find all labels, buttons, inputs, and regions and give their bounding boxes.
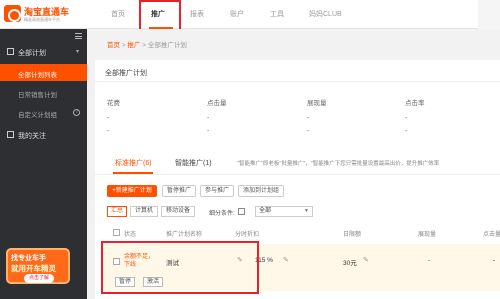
column-time-discount[interactable]: 分时折扣 bbox=[235, 229, 259, 238]
metric-value: - bbox=[307, 128, 310, 135]
sidebar-item-daily-sales[interactable]: 日常销售计划 bbox=[0, 84, 87, 101]
add-to-group-button[interactable]: 添加到计划组 bbox=[238, 185, 284, 197]
pause-promotion-button[interactable]: 暂停推广 bbox=[162, 185, 196, 197]
column-impressions[interactable]: 展现量 bbox=[418, 229, 436, 238]
join-promotion-button[interactable]: 参与推广 bbox=[200, 185, 234, 197]
segment-summary[interactable]: 汇总 bbox=[107, 206, 127, 217]
column-daily-budget[interactable]: 日限额 bbox=[343, 229, 361, 238]
logo-icon bbox=[4, 5, 21, 22]
summary-title: 全部推广计划 bbox=[105, 70, 147, 77]
promo-line2: 就用开车精灵 bbox=[11, 264, 56, 273]
metric-cost: 花费 - - bbox=[107, 97, 177, 135]
metric-value: - bbox=[107, 128, 110, 135]
promo-line1: 找专业车手 bbox=[11, 255, 46, 262]
tab-standard-promotion[interactable]: 标准推广(6) bbox=[115, 158, 152, 168]
breadcrumb-promotion[interactable]: 推广 bbox=[127, 42, 140, 49]
filter-icon bbox=[238, 208, 245, 215]
brand-logo[interactable]: 淘宝直通车 精准高效直通车平台 bbox=[4, 3, 88, 25]
metric-label: 展现量 bbox=[307, 100, 327, 107]
row-daily-budget: 30元 bbox=[343, 260, 357, 267]
sidebar-item-label: 日常销售计划 bbox=[18, 92, 57, 99]
row-highlight-box bbox=[101, 241, 259, 294]
row-clicks: - bbox=[493, 257, 496, 264]
help-icon[interactable]: ? bbox=[73, 109, 80, 116]
smart-promotion-note: "智能推广"即老板"批量推广"，"智能推广下您只需批量设置最高出价，提升推广效率 bbox=[237, 161, 440, 167]
filter-select-value: 全部 bbox=[259, 208, 272, 214]
metric-value: - bbox=[207, 128, 210, 135]
select-all-checkbox[interactable] bbox=[113, 229, 120, 236]
filter-label: 细分条件: bbox=[209, 211, 235, 217]
nav-reports[interactable]: 报表 bbox=[190, 9, 204, 19]
metric-impressions: 展现量 - - bbox=[307, 97, 377, 135]
new-campaign-button[interactable]: +新建推广计划 bbox=[107, 185, 157, 197]
sidebar-group-all-plans[interactable]: 全部计划 ▾ bbox=[0, 44, 87, 60]
metric-ctr: 点击率 - - bbox=[405, 97, 475, 135]
nav-account[interactable]: 账户 bbox=[230, 9, 244, 19]
chevron-down-icon: ▼ bbox=[304, 208, 309, 214]
sidebar-group-label: 全部计划 bbox=[18, 50, 46, 57]
column-plan-name[interactable]: 推广计划名称 bbox=[166, 229, 202, 238]
menu-collapse-icon[interactable] bbox=[75, 33, 82, 39]
metric-value: - bbox=[207, 115, 210, 122]
nav-mama-club[interactable]: 妈妈CLUB bbox=[309, 9, 342, 19]
breadcrumb-separator: > bbox=[142, 42, 147, 49]
divider bbox=[95, 81, 500, 82]
edit-budget-icon[interactable]: ✎ bbox=[363, 257, 370, 264]
sidebar-item-label: 自定义计划组 bbox=[18, 112, 57, 119]
segment-mobile[interactable]: 移动设备 bbox=[161, 206, 195, 217]
breadcrumb-separator: > bbox=[121, 42, 126, 49]
metric-label: 花费 bbox=[107, 100, 120, 107]
divider bbox=[95, 174, 500, 175]
metric-value: - bbox=[405, 128, 408, 135]
metric-value: - bbox=[107, 115, 110, 122]
brand-subtitle: 精准高效直通车平台 bbox=[24, 17, 60, 22]
favorites-icon bbox=[7, 131, 14, 138]
promo-learn-more-button[interactable]: 点击了解 bbox=[24, 274, 54, 283]
segment-computer[interactable]: 计算机 bbox=[130, 206, 158, 217]
sidebar-group-label: 我的关注 bbox=[18, 133, 46, 140]
promo-banner[interactable]: 找专业车手 就用开车精灵 点击了解 bbox=[6, 248, 70, 284]
tab-smart-promotion[interactable]: 智能推广(1) bbox=[175, 158, 212, 168]
sidebar-item-all-plans-list[interactable]: 全部计划列表 bbox=[0, 64, 87, 81]
metric-label: 点击率 bbox=[405, 100, 425, 107]
metric-clicks: 点击量 - - bbox=[207, 97, 277, 135]
metric-value: - bbox=[307, 115, 310, 122]
sidebar-group-favorites[interactable]: 我的关注 bbox=[0, 127, 87, 143]
table-header: 状态 推广计划名称 分时折扣 日限额 展现量 点击量 bbox=[103, 226, 500, 238]
chevron-down-icon: ▾ bbox=[76, 49, 80, 55]
folder-icon bbox=[7, 48, 14, 55]
nav-tools[interactable]: 工具 bbox=[270, 9, 284, 19]
breadcrumb-current: 全部推广计划 bbox=[147, 42, 187, 49]
metric-value: - bbox=[405, 115, 408, 122]
breadcrumb: 首页 > 推广 > 全部推广计划 bbox=[107, 39, 187, 49]
top-navbar: 淘宝直通车 精准高效直通车平台 首页 推广 报表 账户 工具 妈妈CLUB bbox=[0, 0, 500, 29]
column-clicks[interactable]: 点击量 bbox=[483, 229, 500, 238]
breadcrumb-home[interactable]: 首页 bbox=[107, 42, 120, 49]
sidebar-item-label: 全部计划列表 bbox=[18, 72, 57, 79]
filter-select[interactable]: 全部 ▼ bbox=[255, 206, 313, 217]
row-impressions: - bbox=[428, 257, 431, 264]
nav-right-area bbox=[478, 0, 500, 29]
nav-home[interactable]: 首页 bbox=[111, 9, 125, 19]
edit-discount-icon[interactable]: ✎ bbox=[283, 257, 290, 264]
sidebar-item-custom-groups[interactable]: 自定义计划组 ? bbox=[0, 104, 87, 121]
column-status[interactable]: 状态 bbox=[124, 229, 136, 238]
metric-label: 点击量 bbox=[207, 100, 227, 107]
